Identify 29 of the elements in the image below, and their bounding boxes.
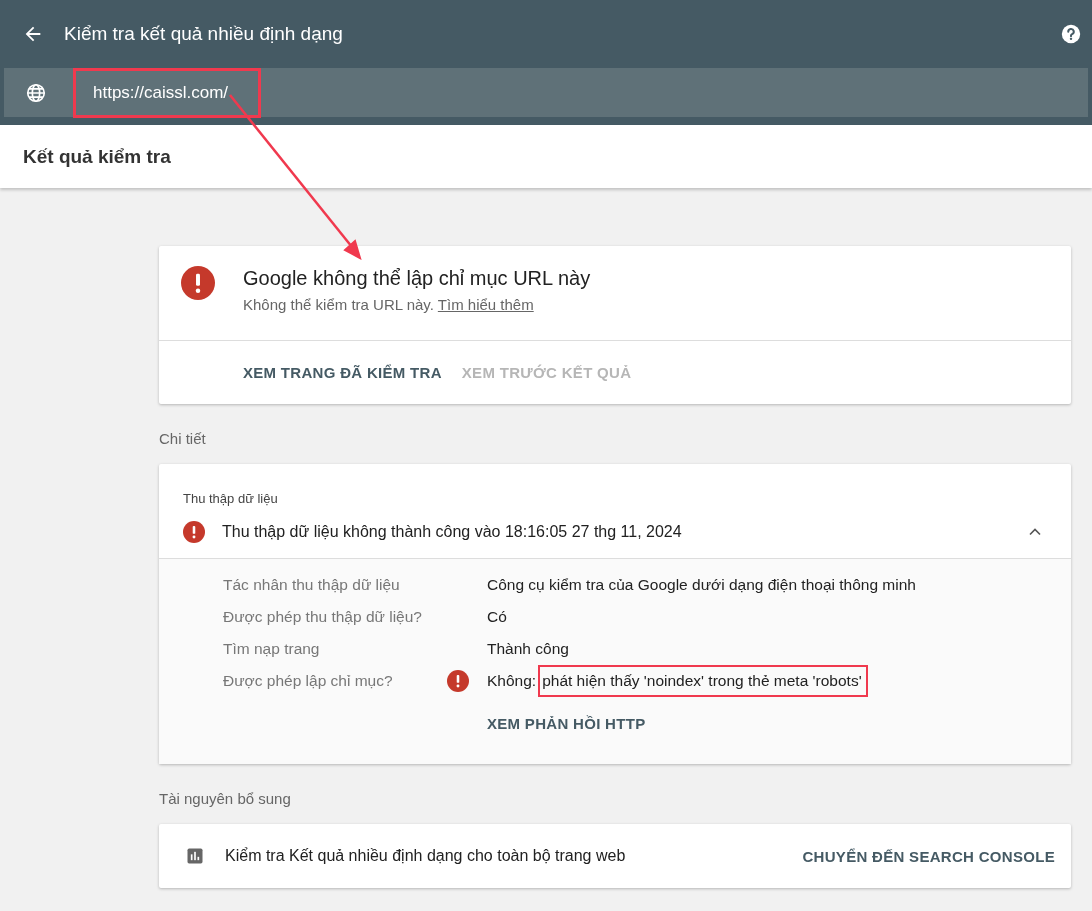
detail-value: Thành công — [487, 640, 569, 658]
error-icon — [183, 521, 205, 543]
highlighted-value: phát hiện thấy 'noindex' trong thẻ meta 'robots' — [538, 665, 868, 697]
section-heading: Chi tiết — [159, 429, 207, 449]
page-header-title: Kiểm tra kết quả nhiều định dạng — [64, 23, 344, 45]
detail-label: Được phép thu thập dữ liệu? — [223, 608, 423, 626]
http-response-button[interactable]: XEM PHẢN HỒI HTTP — [479, 707, 654, 740]
url-bar[interactable]: https://caissl.com/ — [4, 68, 1088, 117]
learn-more-link[interactable]: Tìm hiểu thêm — [437, 296, 534, 313]
card-heading: Thu thập dữ liệu — [182, 490, 279, 506]
search-console-button[interactable]: CHUYỂN ĐẾN SEARCH CONSOLE — [794, 839, 1063, 873]
detail-label: Được phép lập chỉ mục? — [223, 672, 394, 690]
results-title: Kết quả kiểm tra — [23, 145, 171, 168]
error-icon — [181, 266, 215, 300]
url-text: https://caissl.com/ — [73, 67, 262, 118]
detail-value: Công cụ kiểm tra của Google dưới dạng điện thoại thông minh — [487, 576, 916, 594]
resource-text: Kiểm tra Kết quả nhiều định dạng cho toàn bộ trang web — [225, 847, 627, 865]
detail-value: Có — [487, 608, 507, 626]
section-heading: Tài nguyên bổ sung — [159, 789, 292, 809]
help-icon[interactable] — [1060, 23, 1082, 45]
bar-chart-icon — [185, 846, 205, 866]
detail-label: Tìm nạp trang — [223, 640, 321, 658]
status-title: Google không thể lập chỉ mục URL này — [243, 267, 591, 290]
detail-label: Tác nhân thu thập dữ liệu — [223, 576, 401, 594]
globe-icon — [25, 81, 47, 104]
status-message: Không thể kiểm tra URL này. — [243, 296, 434, 313]
crawl-summary: Thu thập dữ liệu không thành công vào 18:16:05 27 thg 11, 2024 — [222, 523, 683, 541]
detail-value: Không: — [487, 672, 537, 690]
text-button[interactable]: XEM TRANG ĐÃ KIỂM TRA — [235, 356, 450, 389]
